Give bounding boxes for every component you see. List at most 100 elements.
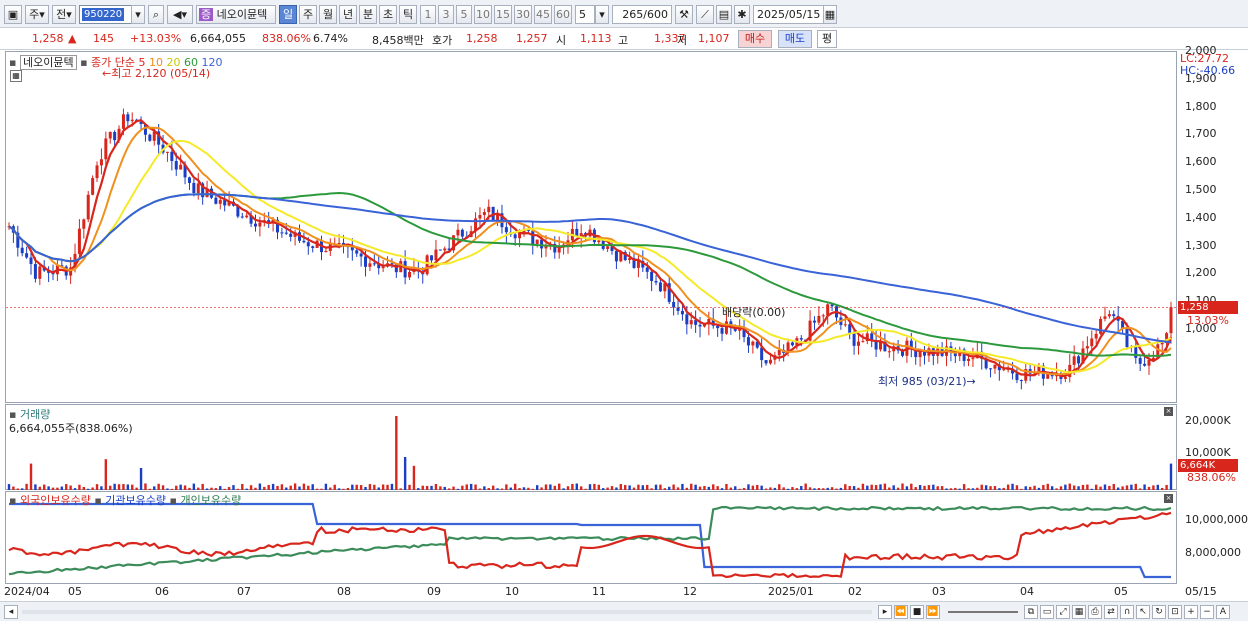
stock-name-box[interactable]: 증 네오이뮨텍 <box>196 5 276 24</box>
lock-icon[interactable]: ⊡ <box>1168 605 1182 619</box>
zoom-in-icon[interactable]: + <box>1184 605 1198 619</box>
sell-button[interactable]: 매도 <box>778 30 812 48</box>
draw-icon[interactable]: ⟋ <box>696 5 714 24</box>
x-axis-label: 08 <box>337 585 351 598</box>
candle-body <box>760 347 764 361</box>
buy-button[interactable]: 매수 <box>738 30 772 48</box>
interval-60[interactable]: 60 <box>554 5 572 24</box>
magnet-icon[interactable]: ∩ <box>1120 605 1134 619</box>
ma20-line <box>8 139 1172 374</box>
volume-bar <box>324 483 328 490</box>
volume-bar <box>447 488 451 490</box>
interval-input[interactable]: 5 <box>575 5 595 24</box>
rewind-icon[interactable]: ⏪ <box>894 605 908 619</box>
arrows-icon[interactable]: ⇄ <box>1104 605 1118 619</box>
print-icon[interactable]: ⎙ <box>1088 605 1102 619</box>
volume-bar <box>945 488 948 490</box>
save-icon[interactable]: ▤ <box>716 5 732 24</box>
settings-icon[interactable]: ⚒ <box>675 5 693 24</box>
interval-45[interactable]: 45 <box>534 5 552 24</box>
ma10-line <box>8 126 1172 376</box>
volume-bar <box>29 463 33 490</box>
layout-icon[interactable]: ▣ <box>4 5 22 24</box>
candle-body <box>311 246 315 248</box>
volume-bar <box>509 487 512 490</box>
eval-button[interactable]: 평 <box>817 30 837 48</box>
volume-bar <box>553 485 556 490</box>
volume-bar <box>857 487 860 490</box>
volume-bar <box>712 484 715 490</box>
volume-bar <box>364 486 367 490</box>
interval-30[interactable]: 30 <box>514 5 532 24</box>
period-minute[interactable]: 분 <box>359 5 377 24</box>
volume-bar <box>892 485 895 490</box>
candle-body <box>192 182 196 194</box>
calendar-icon[interactable]: ▦ <box>823 5 837 24</box>
volume-bar <box>25 483 28 490</box>
price-badge: 1,258 <box>1178 301 1238 314</box>
interval-5[interactable]: 5 <box>456 5 472 24</box>
volume-bar <box>888 487 891 490</box>
scope-select[interactable]: 전▾ <box>52 5 76 24</box>
volume-bar <box>1099 486 1102 490</box>
volume-bar <box>993 486 997 490</box>
count-input[interactable]: 265/600 <box>612 5 672 24</box>
menu-icon[interactable]: ▪ <box>9 56 16 69</box>
copy-icon[interactable]: ⧉ <box>1024 605 1038 619</box>
scrollbar-track[interactable] <box>22 610 872 614</box>
candle-body <box>967 358 971 361</box>
cursor-icon[interactable]: ↖ <box>1136 605 1150 619</box>
period-week[interactable]: 주 <box>299 5 317 24</box>
candle-body <box>38 266 42 279</box>
individual-holding-label: 개인보유수량 <box>180 494 242 507</box>
refresh-icon[interactable]: ↻ <box>1152 605 1166 619</box>
market-select[interactable]: 주▾ <box>25 5 49 24</box>
grid-icon[interactable]: ▦ <box>10 70 22 82</box>
gear-icon[interactable]: ✱ <box>734 5 750 24</box>
table-icon[interactable]: ▦ <box>1072 605 1086 619</box>
period-second[interactable]: 초 <box>379 5 397 24</box>
volume-bar <box>351 484 354 490</box>
interval-1[interactable]: 1 <box>420 5 436 24</box>
candle-body <box>531 230 535 244</box>
candle-body <box>852 333 856 346</box>
volume-bar <box>989 486 992 490</box>
scroll-right-icon[interactable]: ▸ <box>878 605 892 619</box>
expand-icon[interactable]: ⤢ <box>1056 605 1070 619</box>
candle-body <box>817 315 821 323</box>
volume-bar <box>844 484 847 490</box>
zoom-slider[interactable] <box>948 611 1018 613</box>
interval-dropdown-icon[interactable]: ▾ <box>595 5 609 24</box>
period-day[interactable]: 일 <box>279 5 297 24</box>
date-input[interactable]: 2025/05/15 <box>753 5 825 24</box>
volume-bar <box>483 486 486 490</box>
period-month[interactable]: 월 <box>319 5 337 24</box>
stop-icon[interactable]: ■ <box>910 605 924 619</box>
interval-10[interactable]: 10 <box>474 5 492 24</box>
holder-close-icon[interactable]: × <box>1164 494 1173 503</box>
speaker-icon[interactable]: ◀▾ <box>167 5 193 24</box>
zoom-out-icon[interactable]: − <box>1200 605 1214 619</box>
period-year[interactable]: 년 <box>339 5 357 24</box>
volume-close-icon[interactable]: × <box>1164 407 1173 416</box>
period-tick[interactable]: 틱 <box>399 5 417 24</box>
interval-15[interactable]: 15 <box>494 5 512 24</box>
candle-body <box>306 242 310 247</box>
font-size-icon[interactable]: A <box>1216 605 1230 619</box>
volume-bar <box>795 488 799 490</box>
volume-bar <box>144 483 147 490</box>
scroll-left-icon[interactable]: ◂ <box>4 605 18 619</box>
code-dropdown-icon[interactable]: ▾ <box>131 5 145 24</box>
low-annotation: 최저 985 (03/21)→ <box>878 373 976 389</box>
volume-bar <box>465 484 468 490</box>
candle-body <box>650 271 654 282</box>
price-y-label: 1,300 <box>1185 238 1217 252</box>
window-icon[interactable]: ▭ <box>1040 605 1054 619</box>
volume-bar <box>984 485 988 490</box>
search-icon[interactable]: ⌕ <box>148 5 164 24</box>
volume-bar <box>813 488 816 490</box>
interval-3[interactable]: 3 <box>438 5 454 24</box>
volume-bar <box>337 488 341 490</box>
volume-panel: ▪ 거래량 6,664,055주(838.06%) × <box>5 404 1177 490</box>
forward-icon[interactable]: ⏩ <box>926 605 940 619</box>
